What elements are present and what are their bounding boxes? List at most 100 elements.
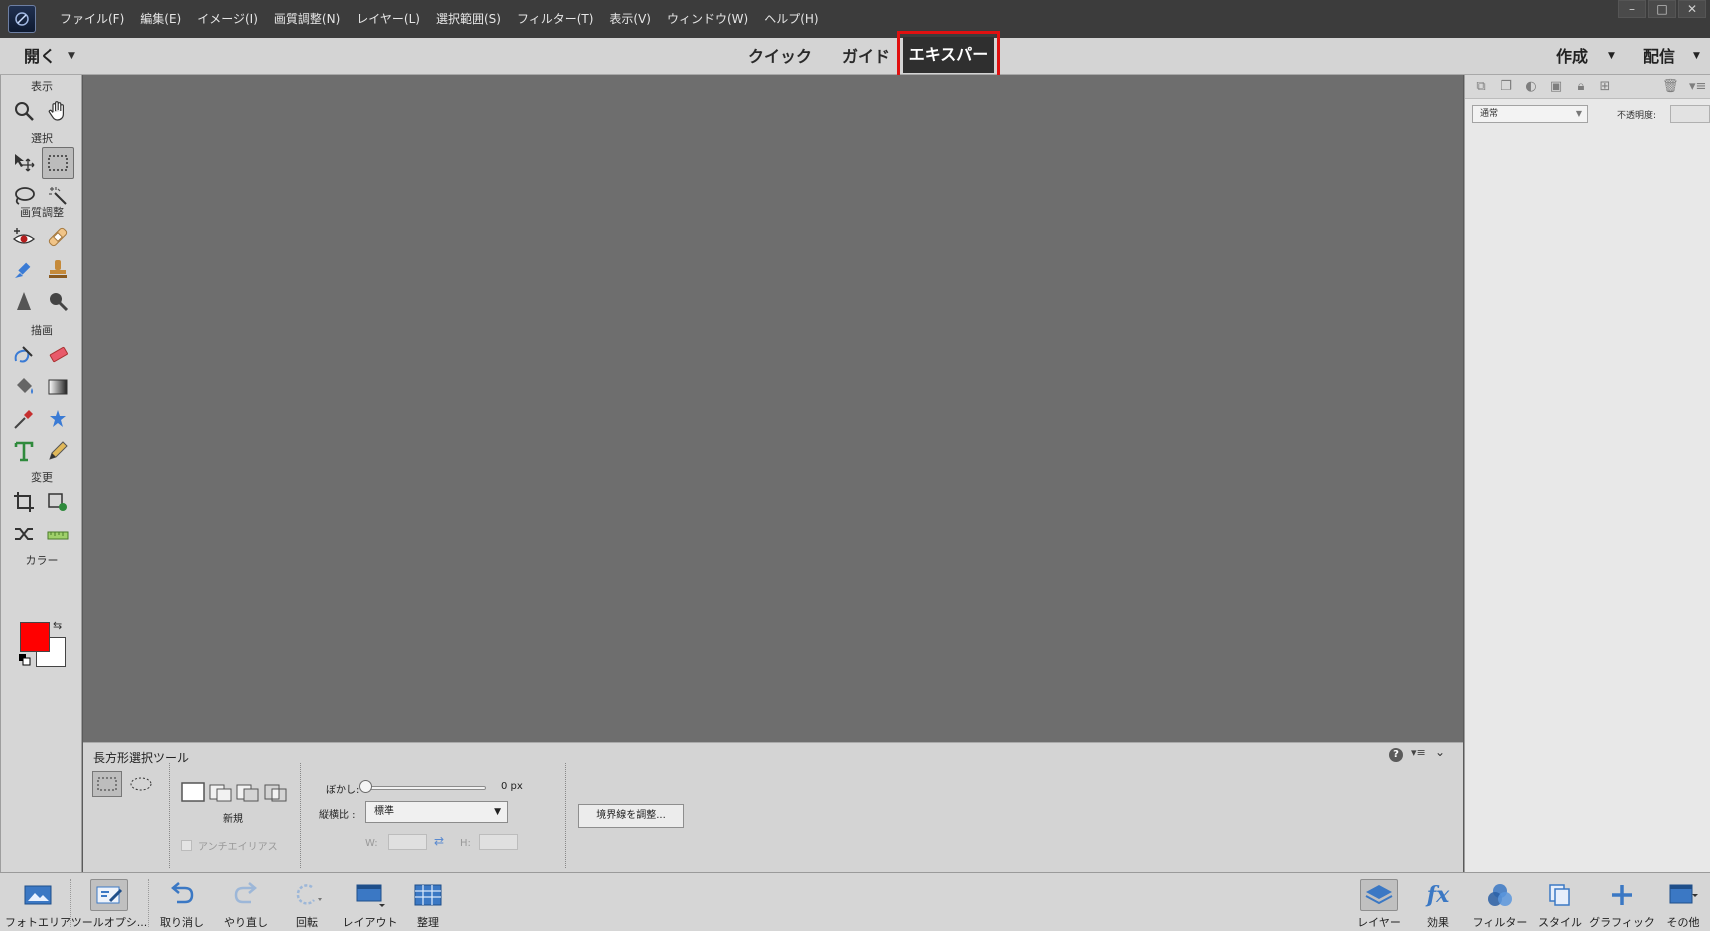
mode-bar: 開く ▼ クイック ガイド 作成 ▼ 配信 ▼ — [0, 38, 1710, 75]
options-separator — [565, 763, 566, 868]
new-group-icon[interactable]: ❐ — [1498, 79, 1514, 95]
pencil-tool-icon[interactable] — [42, 435, 74, 467]
move-tool-icon[interactable] — [8, 147, 40, 179]
graphics-button[interactable]: グラフィック — [1589, 873, 1655, 931]
crop-tool-icon[interactable] — [8, 486, 40, 518]
subtract-from-selection-icon[interactable] — [236, 780, 260, 804]
feather-slider[interactable] — [361, 786, 486, 790]
share-dropdown-icon[interactable]: ▼ — [1693, 38, 1700, 75]
width-field[interactable] — [388, 834, 427, 850]
more-button[interactable]: その他 — [1660, 873, 1706, 931]
tab-guided[interactable]: ガイド — [842, 38, 890, 75]
smart-brush-tool-icon[interactable] — [8, 253, 40, 285]
blur-tool-icon[interactable] — [8, 285, 40, 317]
eraser-tool-icon[interactable] — [42, 339, 74, 371]
redo-button[interactable]: やり直し — [218, 873, 274, 931]
open-button[interactable]: 開く — [24, 38, 56, 75]
custom-shape-tool-icon[interactable] — [42, 403, 74, 435]
menu-window[interactable]: ウィンドウ(W) — [659, 0, 756, 38]
minimize-icon[interactable]: – — [1618, 0, 1646, 18]
menu-select[interactable]: 選択範囲(S) — [428, 0, 509, 38]
create-dropdown-icon[interactable]: ▼ — [1608, 38, 1615, 75]
canvas-area[interactable] — [83, 75, 1463, 742]
marquee-tool-icon[interactable] — [42, 147, 74, 179]
layout-button[interactable]: レイアウト — [342, 873, 398, 931]
aspect-ratio-value: 標準 — [374, 806, 394, 817]
menu-layer[interactable]: レイヤー(L) — [348, 0, 428, 38]
clone-stamp-tool-icon[interactable] — [42, 253, 74, 285]
app-logo-icon[interactable] — [8, 5, 36, 33]
spot-healing-tool-icon[interactable] — [42, 221, 74, 253]
panel-menu-icon[interactable]: ▾≡ — [1411, 746, 1426, 759]
menu-view[interactable]: 表示(V) — [601, 0, 659, 38]
default-colors-icon[interactable] — [19, 654, 31, 666]
trash-icon[interactable]: 🗑︎ — [1662, 79, 1679, 95]
content-aware-move-tool-icon[interactable] — [8, 518, 40, 550]
menu-enhance[interactable]: 画質調整(N) — [266, 0, 348, 38]
lock-pixels-icon[interactable]: ⊞ — [1597, 79, 1613, 95]
panel-options-icon[interactable]: ▾≡ — [1689, 79, 1706, 95]
eyedropper-tool-icon[interactable] — [8, 403, 40, 435]
zoom-tool-icon[interactable] — [8, 95, 40, 127]
new-layer-icon[interactable]: ⧉ — [1473, 79, 1489, 95]
lock-icon[interactable]: 🔒︎ — [1573, 79, 1589, 95]
paint-bucket-tool-icon[interactable] — [8, 371, 40, 403]
undo-icon — [163, 879, 201, 911]
new-selection-label: 新規 — [223, 814, 243, 825]
tab-quick[interactable]: クイック — [748, 38, 812, 75]
menu-image[interactable]: イメージ(I) — [189, 0, 266, 38]
opacity-label: 不透明度: — [1617, 111, 1657, 121]
create-button[interactable]: 作成 — [1556, 38, 1588, 75]
feather-value: 0 px — [501, 781, 523, 792]
brush-tool-icon[interactable] — [8, 339, 40, 371]
help-icon[interactable]: ? — [1389, 748, 1403, 762]
filters-button[interactable]: フィルター — [1470, 873, 1530, 931]
blend-mode-select[interactable]: 通常 ▼ — [1472, 105, 1588, 123]
layer-mask-icon[interactable]: ▣ — [1548, 79, 1564, 95]
collapse-icon[interactable]: ⌄ — [1435, 745, 1445, 759]
hand-tool-icon[interactable] — [42, 95, 74, 127]
intersect-selection-icon[interactable] — [264, 780, 288, 804]
straighten-tool-icon[interactable] — [42, 518, 74, 550]
add-to-selection-icon[interactable] — [209, 780, 233, 804]
open-dropdown-icon[interactable]: ▼ — [68, 38, 75, 75]
swap-dimensions-icon[interactable]: ⇄ — [434, 834, 444, 848]
antialias-checkbox[interactable]: アンチエイリアス — [181, 838, 278, 853]
layers-panel-button[interactable]: レイヤー — [1354, 873, 1404, 931]
feather-slider-handle[interactable] — [359, 780, 372, 793]
tab-expert[interactable]: エキスパート — [903, 37, 994, 100]
menu-edit[interactable]: 編集(E) — [132, 0, 189, 38]
fx-icon: fx — [1426, 882, 1450, 908]
styles-button[interactable]: スタイル — [1536, 873, 1584, 931]
rotate-button[interactable]: 回転 — [281, 873, 333, 931]
photo-bin-button[interactable]: フォトエリア — [5, 873, 71, 931]
gradient-tool-icon[interactable] — [42, 371, 74, 403]
aspect-ratio-select[interactable]: 標準 ▼ — [365, 801, 508, 823]
menu-filter[interactable]: フィルター(T) — [509, 0, 601, 38]
adjustment-layer-icon[interactable]: ◐ — [1523, 79, 1539, 95]
layout-icon — [351, 879, 389, 911]
elliptical-marquee-option-icon[interactable] — [126, 771, 156, 797]
tab-expert-highlight[interactable]: エキスパート — [897, 31, 1000, 100]
tool-options-button[interactable]: ツールオプシ... — [71, 873, 147, 931]
effects-button[interactable]: fx 効果 — [1414, 873, 1462, 931]
opacity-field[interactable] — [1670, 105, 1710, 123]
undo-button[interactable]: 取り消し — [154, 873, 210, 931]
close-icon[interactable]: ✕ — [1678, 0, 1706, 18]
foreground-color-swatch[interactable] — [20, 622, 50, 652]
recompose-tool-icon[interactable] — [42, 486, 74, 518]
rectangle-marquee-option-icon[interactable] — [92, 771, 122, 797]
refine-edge-button[interactable]: 境界線を調整... — [578, 804, 684, 828]
height-field[interactable] — [479, 834, 518, 850]
swap-colors-icon[interactable]: ⇆ — [53, 619, 62, 632]
maximize-icon[interactable]: □ — [1648, 0, 1676, 18]
red-eye-tool-icon[interactable] — [8, 221, 40, 253]
share-button[interactable]: 配信 — [1643, 38, 1675, 75]
blend-mode-value: 通常 — [1480, 109, 1499, 119]
organizer-button[interactable]: 整理 — [405, 873, 451, 931]
sponge-tool-icon[interactable] — [42, 285, 74, 317]
type-tool-icon[interactable] — [8, 435, 40, 467]
menu-help[interactable]: ヘルプ(H) — [756, 0, 826, 38]
menu-file[interactable]: ファイル(F) — [52, 0, 132, 38]
new-selection-icon[interactable] — [181, 780, 205, 804]
